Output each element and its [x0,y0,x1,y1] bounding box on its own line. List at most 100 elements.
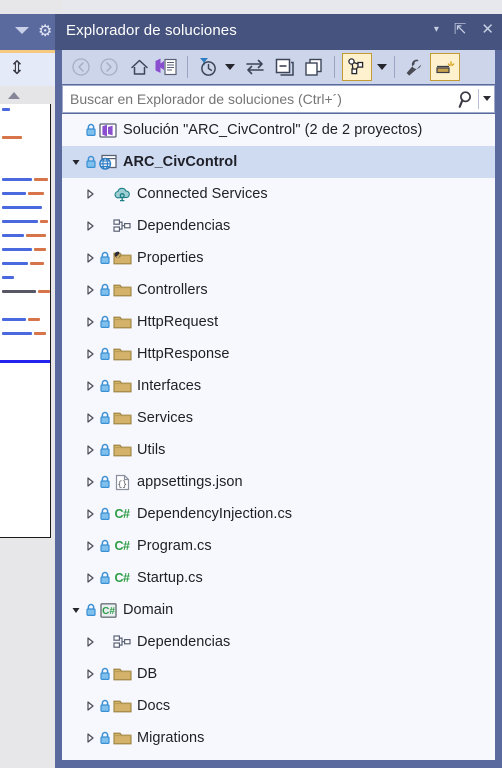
tree-node-label: Controllers [137,282,208,298]
chevron-collapsed-icon[interactable] [82,252,98,264]
chevron-collapsed-icon[interactable] [82,316,98,328]
chevron-collapsed-icon[interactable] [82,348,98,360]
tree-node[interactable]: Solución "ARC_CivControl" (2 de 2 proyec… [62,114,495,146]
lock-icon [98,443,112,457]
solution-icon [98,122,118,139]
chevron-collapsed-icon[interactable] [82,476,98,488]
view-code-map-dropdown[interactable] [374,50,390,84]
pin-icon[interactable]: ⇱ [454,22,467,38]
tree-node-label: HttpResponse [137,346,230,362]
pending-changes-filter-button[interactable] [193,50,223,84]
tree-node[interactable]: C# Program.cs [62,530,495,562]
dependencies-icon [112,634,132,650]
tree-node[interactable]: HttpResponse [62,338,495,370]
splitter-handle-icon[interactable]: ⇕ [7,58,27,80]
lock-icon [98,347,112,361]
chevron-collapsed-icon[interactable] [82,732,98,744]
lock-icon [98,283,112,297]
solution-tree[interactable]: Solución "ARC_CivControl" (2 de 2 proyec… [62,114,495,760]
back-button[interactable] [68,50,94,84]
svg-text:C#: C# [102,606,115,617]
search-options-chevron-down-icon[interactable] [483,96,491,101]
tree-node[interactable]: Interfaces [62,370,495,402]
tree-node[interactable]: DB [62,658,495,690]
folder-icon [112,410,132,426]
chevron-collapsed-icon[interactable] [82,572,98,584]
chevron-down-icon[interactable] [15,27,29,34]
lock-icon [98,667,112,681]
view-code-map-button[interactable] [342,53,372,81]
tree-node[interactable]: Dependencias [62,626,495,658]
pending-changes-filter-dropdown[interactable] [221,50,239,84]
chevron-collapsed-icon[interactable] [82,444,98,456]
tree-node-label: Solución "ARC_CivControl" (2 de 2 proyec… [123,122,423,138]
tree-node[interactable]: ARC_CivControl [62,146,495,178]
chevron-collapsed-icon[interactable] [82,540,98,552]
home-button[interactable] [126,50,152,84]
gear-icon[interactable]: ⚙ [38,24,52,40]
chevron-collapsed-icon[interactable] [82,380,98,392]
tree-node[interactable]: HttpRequest [62,306,495,338]
tree-node-label: Services [137,410,193,426]
tree-node[interactable]: Docs [62,690,495,722]
csharp-file-icon: C# [114,571,130,585]
search-input[interactable] [70,91,450,107]
chevron-expanded-icon[interactable] [68,156,84,168]
tree-node-label: appsettings.json [137,474,243,490]
code-editor-partial[interactable] [0,104,51,538]
sync-with-active-document-button[interactable] [241,50,269,84]
tree-node-label: Docs [137,698,171,714]
folder-icon [112,282,132,298]
tree-node[interactable]: C# Startup.cs [62,562,495,594]
folder-icon [112,346,132,362]
close-icon[interactable]: ✕ [481,22,494,38]
show-all-files-button[interactable] [300,50,328,84]
tree-node[interactable]: Dependencias [62,210,495,242]
tree-node-label: Utils [137,442,166,458]
tree-node[interactable]: Controllers [62,274,495,306]
toolbar-separator [187,56,188,78]
search-icon[interactable] [458,90,477,112]
search-divider [478,89,479,109]
chevron-collapsed-icon[interactable] [82,508,98,520]
json-file-icon: {} [112,474,132,491]
tree-node[interactable]: Models [62,754,495,760]
tree-node[interactable]: Connected Services [62,178,495,210]
chevron-collapsed-icon[interactable] [82,668,98,680]
chevron-collapsed-icon[interactable] [82,636,98,648]
folder-icon [112,666,132,682]
chevron-collapsed-icon[interactable] [82,188,98,200]
dependencies-icon [112,218,132,234]
tree-node[interactable]: Services [62,402,495,434]
tree-node[interactable]: Migrations [62,722,495,754]
lock-icon [98,507,112,521]
chevron-collapsed-icon[interactable] [82,284,98,296]
tree-node[interactable]: Properties [62,242,495,274]
tree-node[interactable]: C# Domain [62,594,495,626]
chevron-expanded-icon[interactable] [68,604,84,616]
lock-icon [98,539,112,553]
forward-button[interactable] [96,50,122,84]
scroll-up-icon[interactable] [8,92,20,99]
properties-button[interactable] [400,50,428,84]
chevron-collapsed-icon[interactable] [82,700,98,712]
lock-icon [98,379,112,393]
window-dropdown-icon[interactable]: ▾ [434,22,439,38]
collapse-all-button[interactable] [271,50,299,84]
properties-folder-icon [112,250,132,266]
chevron-collapsed-icon[interactable] [82,412,98,424]
screen: ⚙ ⇕ Explorador de soluciones ▾ ⇱ ✕ Busca… [0,0,502,768]
preview-selected-items-button[interactable] [430,53,460,81]
tree-node-label: Program.cs [137,538,212,554]
window-controls: ▾ ⇱ ✕ [434,22,494,38]
tree-node[interactable]: C# DependencyInjection.cs [62,498,495,530]
chevron-collapsed-icon[interactable] [82,220,98,232]
toolbar-separator-2 [334,56,335,78]
tree-node-label: HttpRequest [137,314,219,330]
tree-node-label: Interfaces [137,378,202,394]
tree-node[interactable]: Utils [62,434,495,466]
tree-node-label: Dependencias [137,634,231,650]
tree-node[interactable]: {} appsettings.json [62,466,495,498]
folder-icon [112,698,132,714]
solution-explorer-button[interactable] [152,50,180,84]
